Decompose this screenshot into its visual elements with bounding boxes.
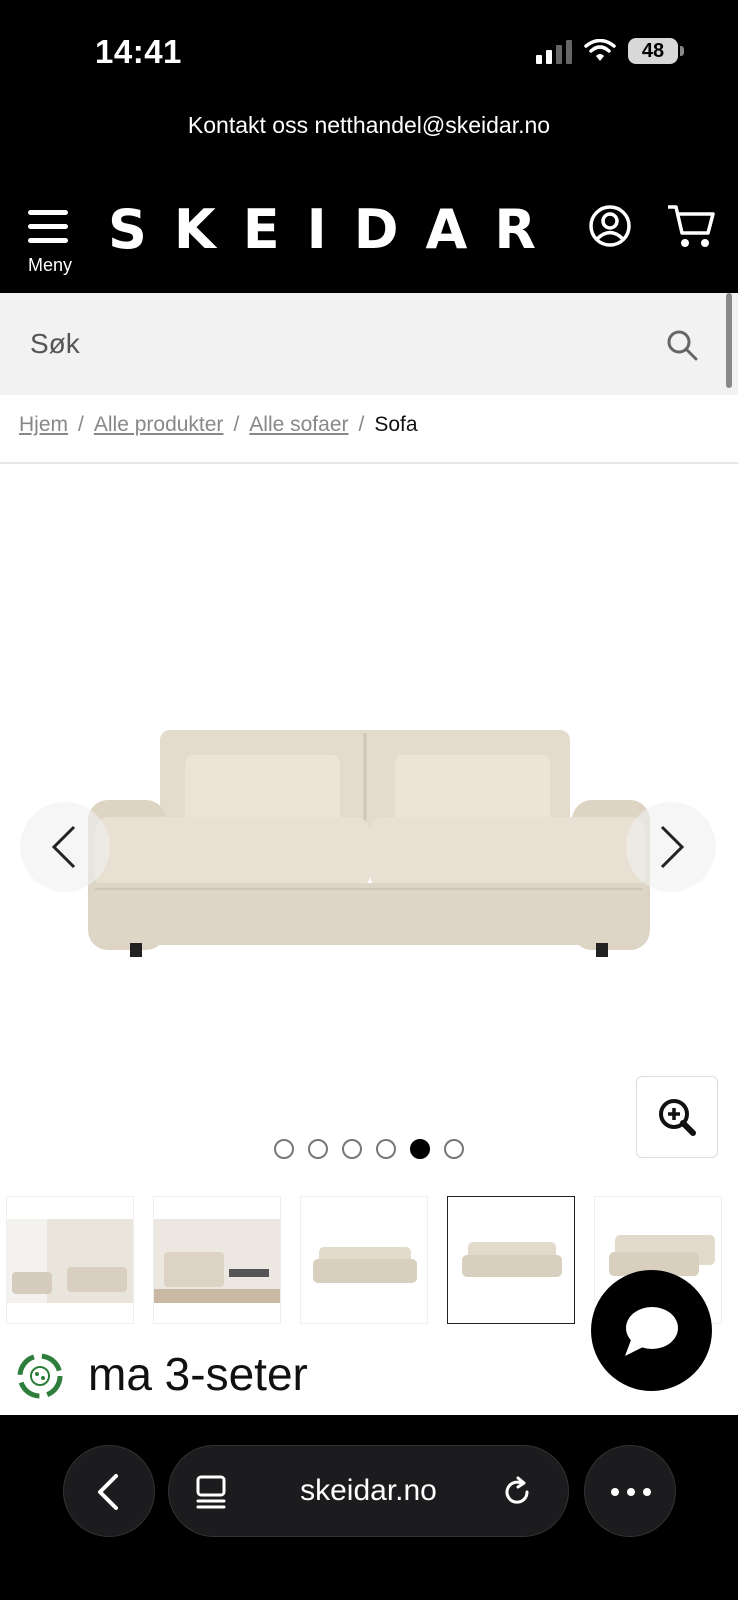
pagination-dot[interactable] bbox=[444, 1139, 464, 1159]
wifi-icon bbox=[584, 39, 616, 61]
page-scrollbar[interactable] bbox=[726, 293, 732, 388]
previous-image-button[interactable] bbox=[20, 802, 110, 892]
search-input[interactable] bbox=[0, 293, 738, 395]
pagination-dot[interactable] bbox=[274, 1139, 294, 1159]
pagination-dot-active[interactable] bbox=[410, 1139, 430, 1159]
chevron-right-icon bbox=[660, 825, 685, 869]
zoom-button[interactable] bbox=[636, 1076, 718, 1158]
menu-button[interactable]: Meny bbox=[22, 200, 74, 278]
next-image-button[interactable] bbox=[626, 802, 716, 892]
recycle-badge-icon bbox=[17, 1353, 63, 1399]
contact-banner[interactable]: Kontakt oss netthandel@skeidar.no bbox=[0, 100, 738, 180]
more-icon bbox=[611, 1488, 651, 1496]
product-image-gallery[interactable] bbox=[0, 465, 738, 1158]
gallery-pagination bbox=[274, 1139, 464, 1159]
breadcrumb-current: Sofa bbox=[374, 413, 418, 436]
thumbnail-active[interactable] bbox=[447, 1196, 575, 1324]
status-bar: 14:41 48 bbox=[0, 0, 738, 100]
account-icon[interactable] bbox=[588, 204, 632, 248]
chat-bubble-icon bbox=[625, 1307, 678, 1356]
thumbnail[interactable] bbox=[153, 1196, 281, 1324]
browser-more-button[interactable] bbox=[584, 1445, 676, 1537]
browser-back-button[interactable] bbox=[63, 1445, 155, 1537]
address-bar[interactable]: skeidar.no bbox=[168, 1445, 569, 1537]
breadcrumb: Hjem / Alle produkter / Alle sofaer / So… bbox=[19, 413, 418, 437]
site-header: Meny SKEIDAR bbox=[0, 180, 738, 293]
search-icon[interactable] bbox=[666, 329, 698, 361]
breadcrumb-separator: / bbox=[358, 413, 365, 436]
status-icons: 48 bbox=[536, 38, 684, 64]
zoom-in-icon bbox=[659, 1099, 696, 1136]
reload-icon[interactable] bbox=[499, 1474, 535, 1510]
skeidar-logo[interactable]: SKEIDAR bbox=[108, 198, 563, 261]
status-time: 14:41 bbox=[95, 33, 182, 70]
chat-button[interactable] bbox=[591, 1270, 712, 1391]
pagination-dot[interactable] bbox=[342, 1139, 362, 1159]
thumbnail[interactable] bbox=[300, 1196, 428, 1324]
pagination-dot[interactable] bbox=[308, 1139, 328, 1159]
breadcrumb-separator: / bbox=[78, 413, 84, 436]
breadcrumb-all-sofas[interactable]: Alle sofaer bbox=[249, 413, 348, 437]
divider bbox=[0, 462, 738, 464]
search-bar bbox=[0, 293, 738, 395]
breadcrumb-all-products[interactable]: Alle produkter bbox=[94, 413, 224, 437]
breadcrumb-separator: / bbox=[233, 413, 240, 436]
chevron-left-icon bbox=[51, 825, 76, 869]
chevron-left-icon bbox=[98, 1474, 118, 1510]
cart-icon[interactable] bbox=[666, 202, 716, 250]
menu-label: Meny bbox=[27, 255, 72, 275]
product-title: ma 3-seter bbox=[88, 1348, 308, 1400]
pagination-dot[interactable] bbox=[376, 1139, 396, 1159]
thumbnail[interactable] bbox=[6, 1196, 134, 1324]
battery-icon: 48 bbox=[628, 38, 684, 64]
browser-toolbar: skeidar.no bbox=[0, 1415, 738, 1600]
breadcrumb-home[interactable]: Hjem bbox=[19, 413, 68, 437]
hamburger-icon bbox=[28, 210, 68, 252]
cellular-signal-icon bbox=[536, 38, 572, 64]
